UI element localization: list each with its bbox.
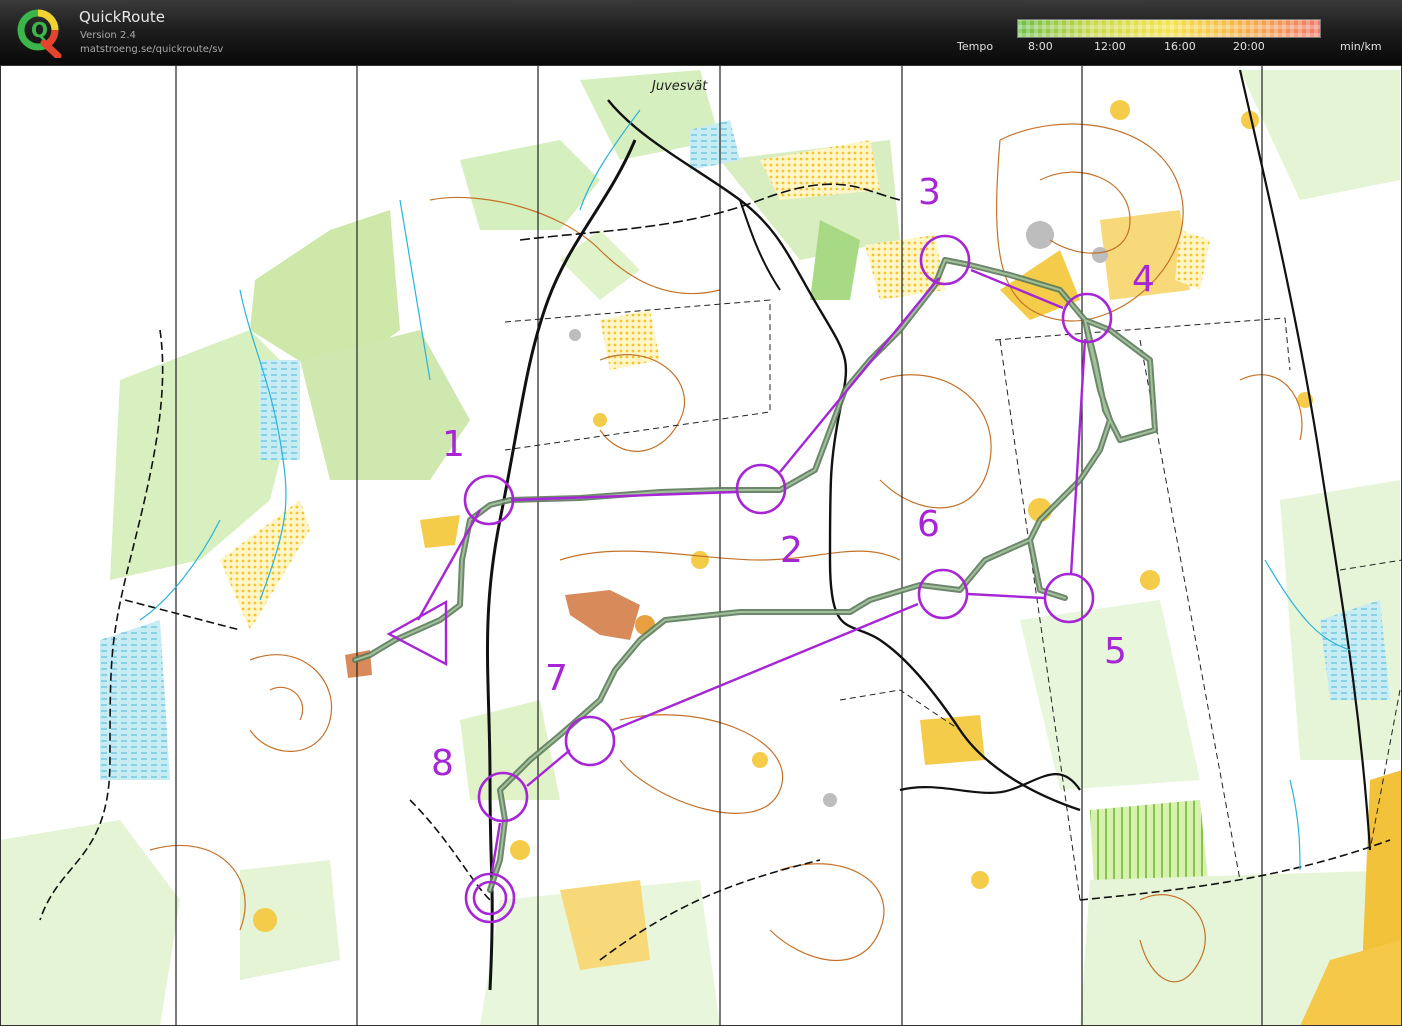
app-header: Q QuickRoute Version 2.4 matstroeng.se/q… — [0, 0, 1402, 65]
control-number-3: 3 — [918, 172, 941, 213]
app-url[interactable]: matstroeng.se/quickroute/sv — [80, 44, 223, 55]
place-name-label: Juvesvät — [649, 79, 708, 94]
control-number-5: 5 — [1104, 631, 1127, 672]
control-number-1: 1 — [442, 424, 465, 465]
control-number-8: 8 — [431, 743, 454, 784]
app-version: Version 2.4 — [80, 30, 136, 41]
control-number-7: 7 — [545, 658, 568, 699]
boundary-layer — [504, 299, 1402, 901]
settlement-layer — [345, 221, 1108, 807]
quickroute-logo-icon: Q — [17, 9, 62, 58]
legend-tick: 8:00 — [1028, 40, 1053, 53]
control-number-6: 6 — [917, 504, 940, 545]
legend-unit: min/km — [1340, 40, 1382, 53]
legend-tick: 12:00 — [1094, 40, 1126, 53]
marsh-layer — [100, 120, 1390, 780]
control-number-2: 2 — [780, 530, 803, 571]
control-number-4: 4 — [1132, 259, 1155, 300]
leg-4-5 — [1069, 338, 1087, 576]
control-7-circle[interactable] — [564, 715, 616, 767]
app-title: QuickRoute — [79, 8, 165, 26]
tempo-legend-label: Tempo — [957, 40, 994, 53]
orienteering-map[interactable]: Juvesvät 1 2 3 4 5 6 7 8 — [0, 65, 1402, 1026]
legend-tick: 20:00 — [1233, 40, 1265, 53]
controls — [463, 234, 1113, 924]
leg-5-6 — [967, 592, 1045, 600]
logo-letter: Q — [31, 18, 48, 42]
tempo-color-scale — [1017, 19, 1321, 38]
legend-tick: 16:00 — [1164, 40, 1196, 53]
vegetation-layer — [0, 70, 1400, 1026]
control-6-circle[interactable] — [917, 568, 969, 620]
